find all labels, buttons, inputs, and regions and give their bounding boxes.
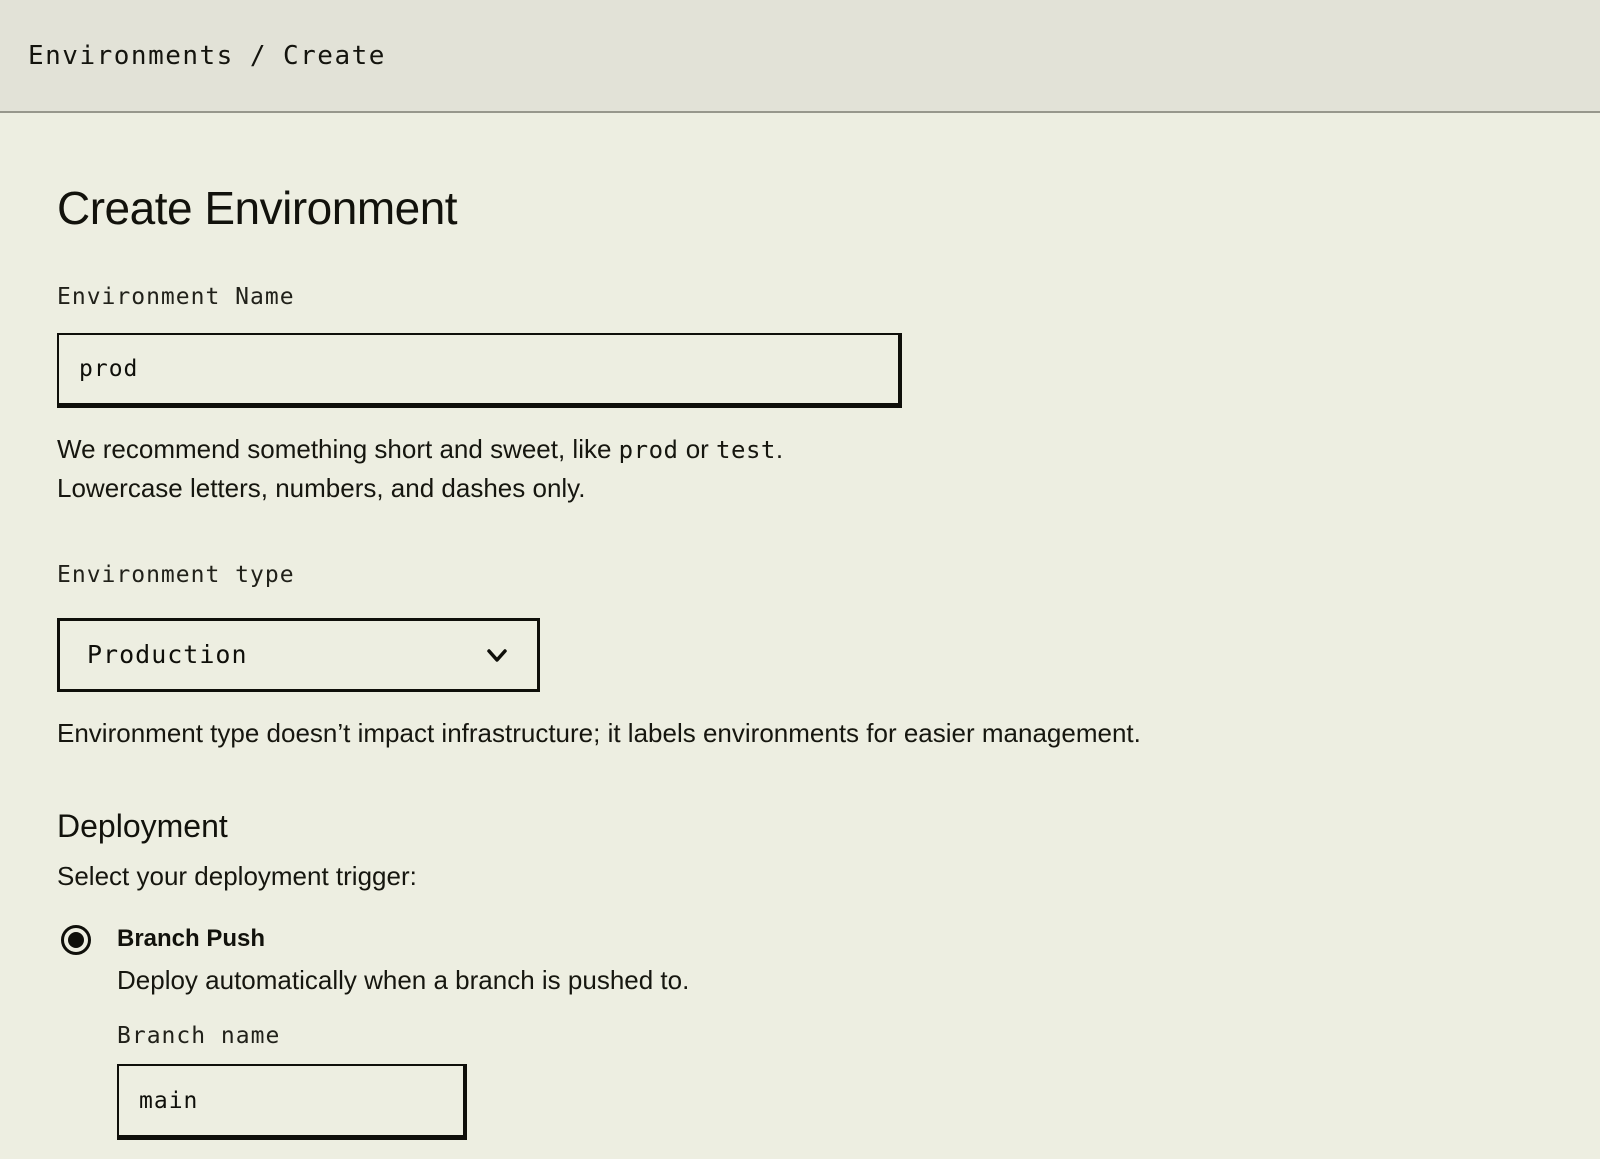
environment-name-help: We recommend something short and sweet, … — [57, 430, 1543, 507]
environment-name-input[interactable] — [57, 333, 902, 408]
environment-type-selected-value: Production — [87, 640, 248, 669]
branch-push-option: Branch Push Deploy automatically when a … — [61, 924, 1543, 1141]
help-text-line2: Lowercase letters, numbers, and dashes o… — [57, 473, 585, 503]
environment-type-help: Environment type doesn’t impact infrastr… — [57, 714, 1543, 752]
radio-selected-dot — [68, 932, 84, 948]
inline-code-test: test — [716, 436, 776, 464]
help-text: or — [678, 434, 716, 464]
deployment-heading: Deployment — [57, 808, 1543, 845]
help-text: We recommend something short and sweet, … — [57, 434, 619, 464]
branch-name-label: Branch name — [117, 1023, 689, 1051]
environment-type-select[interactable]: Production — [57, 618, 540, 692]
breadcrumb-bar: Environments / Create — [0, 0, 1600, 113]
chevron-down-icon — [481, 639, 513, 671]
page-title: Create Environment — [57, 183, 1543, 234]
breadcrumb-item-create: Create — [283, 41, 386, 71]
inline-code-prod: prod — [619, 436, 679, 464]
breadcrumb-separator: / — [250, 41, 267, 71]
branch-name-input[interactable] — [117, 1064, 467, 1140]
deployment-subtitle: Select your deployment trigger: — [57, 861, 1543, 892]
environment-type-field: Environment type Production Environment … — [57, 562, 1543, 752]
create-environment-form: Create Environment Environment Name We r… — [0, 113, 1600, 1140]
deployment-section: Deployment Select your deployment trigge… — [57, 808, 1543, 1141]
branch-push-radio[interactable] — [61, 925, 91, 955]
breadcrumb-item-environments[interactable]: Environments — [28, 41, 234, 71]
branch-push-details: Branch Push Deploy automatically when a … — [117, 924, 689, 1141]
environment-name-field: Environment Name We recommend something … — [57, 284, 1543, 508]
branch-push-label[interactable]: Branch Push — [117, 924, 689, 954]
environment-type-label: Environment type — [57, 562, 1543, 590]
environment-name-label: Environment Name — [57, 284, 1543, 312]
branch-push-description: Deploy automatically when a branch is pu… — [117, 965, 689, 995]
breadcrumb: Environments / Create — [28, 41, 386, 71]
help-text: . — [776, 434, 783, 464]
